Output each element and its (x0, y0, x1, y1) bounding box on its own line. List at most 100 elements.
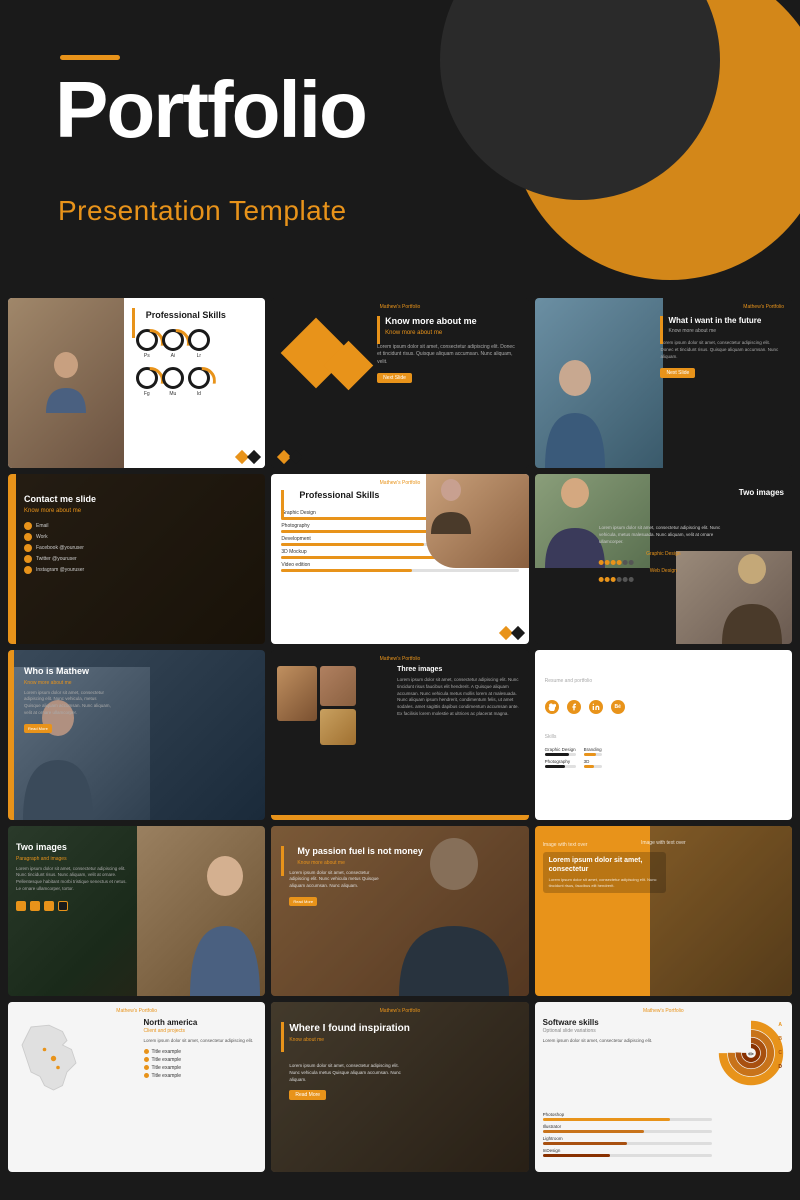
slide9-skill-col1: Graphic Design Photography (545, 747, 576, 768)
slide1-content: Professional Skills Ps Ai Lr Fg (124, 298, 266, 468)
slide9-skills-section: Skills Graphic Design Photography (545, 725, 782, 768)
slide10-facebook (30, 901, 40, 911)
slide-future[interactable]: Mathew's Portfolio What i want in the fu… (535, 298, 792, 468)
slide2-content: Know more about me Know more about me Lo… (377, 316, 519, 384)
skill-illustrator: Ai (162, 329, 184, 359)
s15-lr-track (543, 1142, 712, 1145)
figma-label: Fg (144, 391, 150, 397)
slide5-bottom-shapes (501, 628, 523, 638)
svg-text:✏: ✏ (748, 1052, 754, 1059)
s15-indesign: InDesign (543, 1148, 712, 1157)
slide3-orange-bar (660, 316, 663, 344)
twitter-text: Twitter @youruser (36, 556, 77, 562)
slide3-next-btn[interactable]: Next Slide (660, 368, 695, 378)
slide1-title: Professional Skills (146, 310, 258, 321)
slide3-body: Lorem ipsum dolor sit amet, consectetur … (660, 340, 784, 360)
slide14-body: Lorem ipsum dolor sit amet, consectetur … (289, 1063, 409, 1083)
web-dot6 (629, 577, 634, 582)
skill-indesign: Id (188, 367, 210, 397)
s9-3d-track (584, 765, 602, 768)
s9-branding-track (584, 753, 602, 756)
slide5-diamond-dark (511, 626, 525, 640)
slide14-orange-bar (281, 1022, 284, 1052)
s9-branding-fill (584, 753, 597, 756)
s15-id-label: InDesign (543, 1148, 712, 1153)
s15-id-track (543, 1154, 712, 1157)
slide-contact[interactable]: Contact me slide Know more about me Emai… (8, 474, 265, 644)
slide-image-text-over[interactable]: Image with text over Lorem ipsum dolor s… (535, 826, 792, 996)
facebook-icon-circle (567, 700, 581, 714)
slide-who-is-mathew[interactable]: Who is Mathew Know more about me Lorem i… (8, 650, 265, 820)
slide3-title: What i want in the future (668, 316, 784, 326)
slide-software-skills[interactable]: Mathew's Portfolio Software skills Optio… (535, 1002, 792, 1172)
slide1-orange-bar (132, 308, 135, 338)
development-fill (281, 543, 423, 546)
s9-photo-label: Photography (545, 759, 576, 764)
s15-lightroom: Lightroom (543, 1136, 712, 1145)
slide11-content: My passion fuel is not money Know more a… (289, 846, 423, 908)
dot2 (605, 560, 610, 565)
list-dot-2 (144, 1057, 149, 1062)
slide6-web-dots (599, 577, 728, 582)
slide14-content: Where I found inspiration Know about me … (289, 1022, 410, 1101)
slide14-portfolio-label: Mathew's Portfolio (380, 1008, 421, 1014)
s9-graphic-fill (545, 753, 570, 756)
slide7-content: Who is Mathew Know more about me Lorem i… (24, 666, 114, 735)
slide10-behance (58, 901, 68, 911)
slide10-title: Two images (16, 842, 132, 854)
slide-two-images[interactable]: Two images Lorem ipsum dolor sit amet, c… (535, 474, 792, 644)
instagram-text: Instagram @youruser (36, 567, 84, 573)
slide-passion[interactable]: My passion fuel is not money Know more a… (271, 826, 528, 996)
slide15-subtitle: Optional slide variations (543, 1028, 672, 1034)
slide2-diamond-dark (289, 450, 303, 464)
slide6-title: Two images (739, 488, 784, 497)
slide8-img3 (320, 709, 356, 745)
slide14-title: Where I found inspiration (289, 1022, 410, 1035)
slide6-graphic-design-label: Graphic Design (599, 551, 728, 557)
slide-professional-skills[interactable]: Professional Skills Ps Ai Lr Fg (8, 298, 265, 468)
slide3-content: What i want in the future Know more abou… (660, 316, 784, 379)
slide-three-images[interactable]: Mathew's Portfolio Three images Lorem ip… (271, 650, 528, 820)
slide9-skill-col2: Branding 3D (584, 747, 602, 768)
slide11-read-btn[interactable]: Read More (289, 897, 317, 906)
slide10-subtitle: Paragraph and images (16, 856, 132, 862)
slide-im-mathew[interactable]: I'm Mathew Resume and portfolio Bé Skill… (535, 650, 792, 820)
slide-professional-skills-2[interactable]: Mathew's Portfolio Professional Skills G… (271, 474, 528, 644)
slide7-title: Who is Mathew (24, 666, 114, 678)
skill-figma: Fg (136, 367, 158, 397)
s9-3d: 3D (584, 759, 602, 768)
slide3-person-photo (535, 298, 664, 468)
s9-graphic: Graphic Design (545, 747, 576, 756)
dot1 (599, 560, 604, 565)
s9-3d-fill (584, 765, 594, 768)
slide-north-america[interactable]: Mathew's Portfolio North america Client … (8, 1002, 265, 1172)
slide14-read-btn[interactable]: Read More (289, 1090, 326, 1100)
web-dot2 (605, 577, 610, 582)
s9-graphic-track (545, 753, 576, 756)
slide13-title: North america (144, 1018, 260, 1027)
slide13-portfolio-label: Mathew's Portfolio (116, 1008, 157, 1014)
slide8-title: Three images (397, 666, 521, 673)
slide2-next-btn[interactable]: Next Slide (377, 373, 412, 383)
slide10-twitter (16, 901, 26, 911)
list-dot-3 (144, 1065, 149, 1070)
slide12-text-box: Lorem ipsum dolor sit amet, consectetur … (543, 852, 667, 893)
contact-work: Work (24, 533, 96, 541)
list-dot-4 (144, 1073, 149, 1078)
list-dot-1 (144, 1049, 149, 1054)
slide8-bottom-bar (271, 815, 528, 820)
slide15-portfolio-label: Mathew's Portfolio (643, 1008, 684, 1014)
s15-ai-label: Illustrator (543, 1124, 712, 1129)
slide-two-images-dark[interactable]: Two images Paragraph and images Lorem ip… (8, 826, 265, 996)
slide7-orange-bar (8, 650, 14, 820)
slide7-read-btn[interactable]: Read More (24, 724, 52, 733)
illustrator-ring (162, 329, 184, 351)
letter-a: A (778, 1022, 782, 1028)
slide-inspiration[interactable]: Mathew's Portfolio Where I found inspira… (271, 1002, 528, 1172)
slide7-body: Lorem ipsum dolor sit amet, consectetur … (24, 690, 114, 717)
slide10-content: Two images Paragraph and images Lorem ip… (16, 842, 132, 911)
slide2-bottom-shapes (279, 452, 301, 462)
slide14-subtitle: Know about me (289, 1037, 410, 1043)
slide-know-more[interactable]: Mathew's Portfolio Know more about me Kn… (271, 298, 528, 468)
slide9-social-icons: Bé (545, 700, 625, 714)
